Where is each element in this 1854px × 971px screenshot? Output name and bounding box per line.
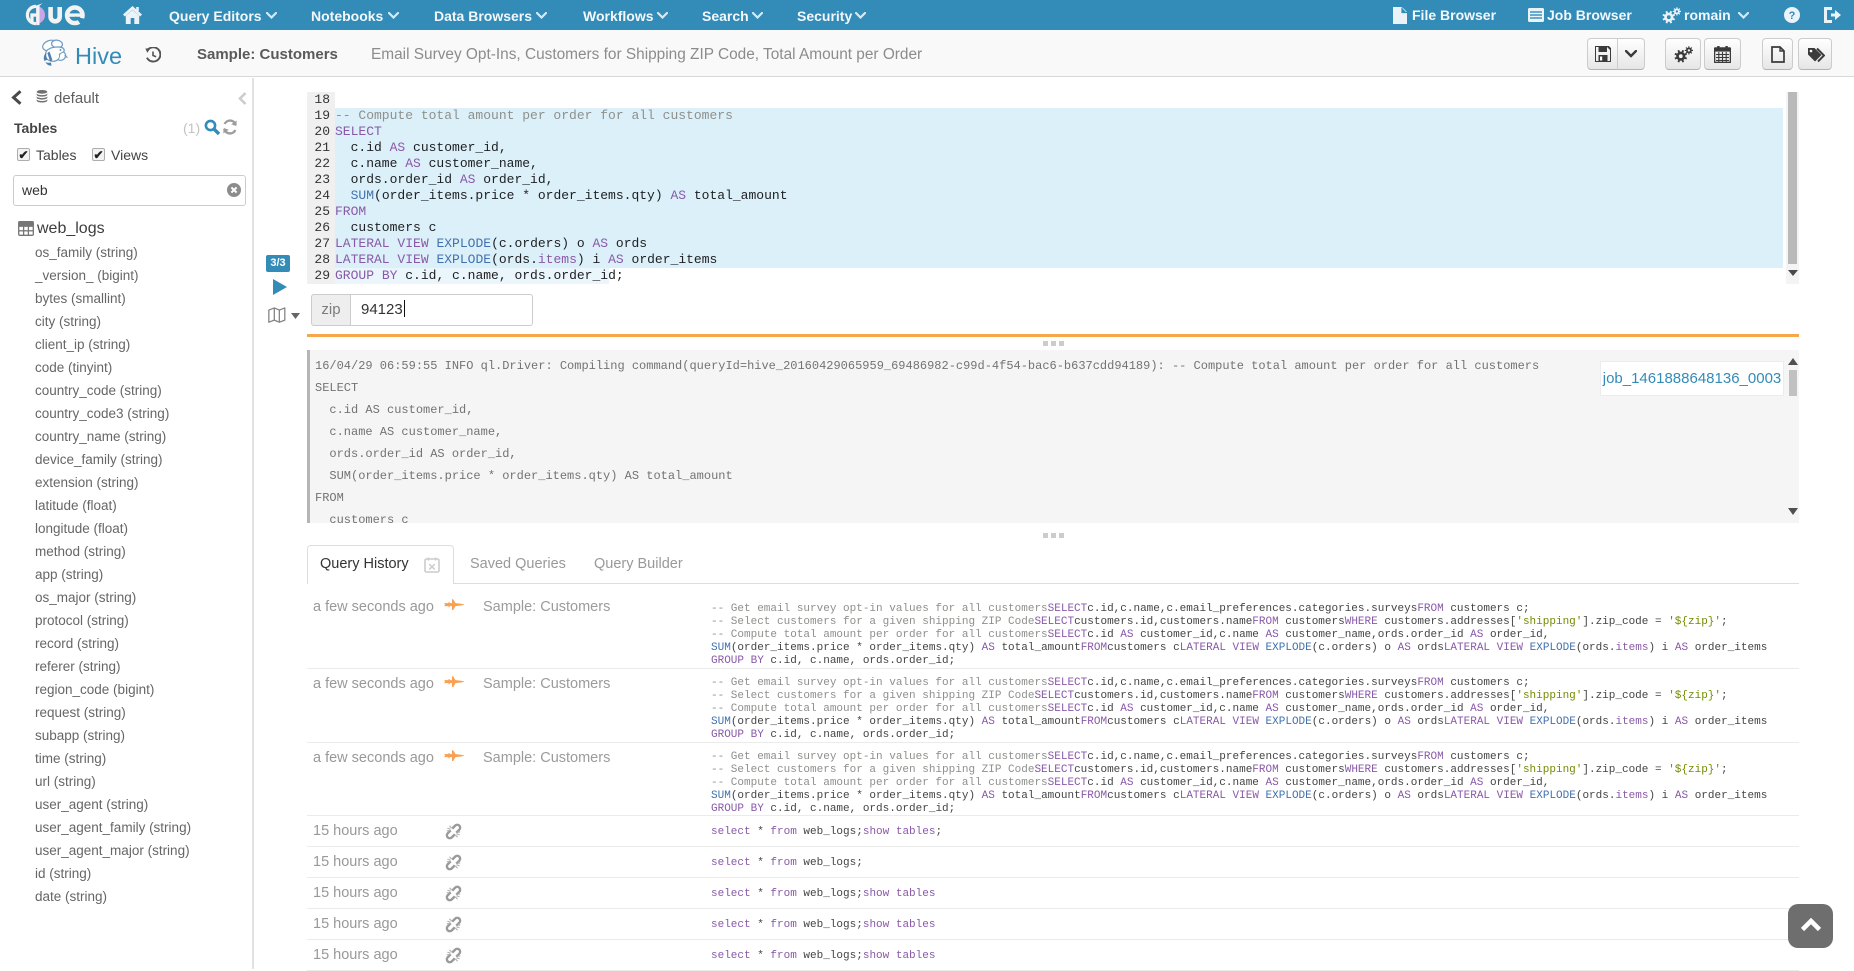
svg-text:?: ? — [1789, 10, 1796, 22]
